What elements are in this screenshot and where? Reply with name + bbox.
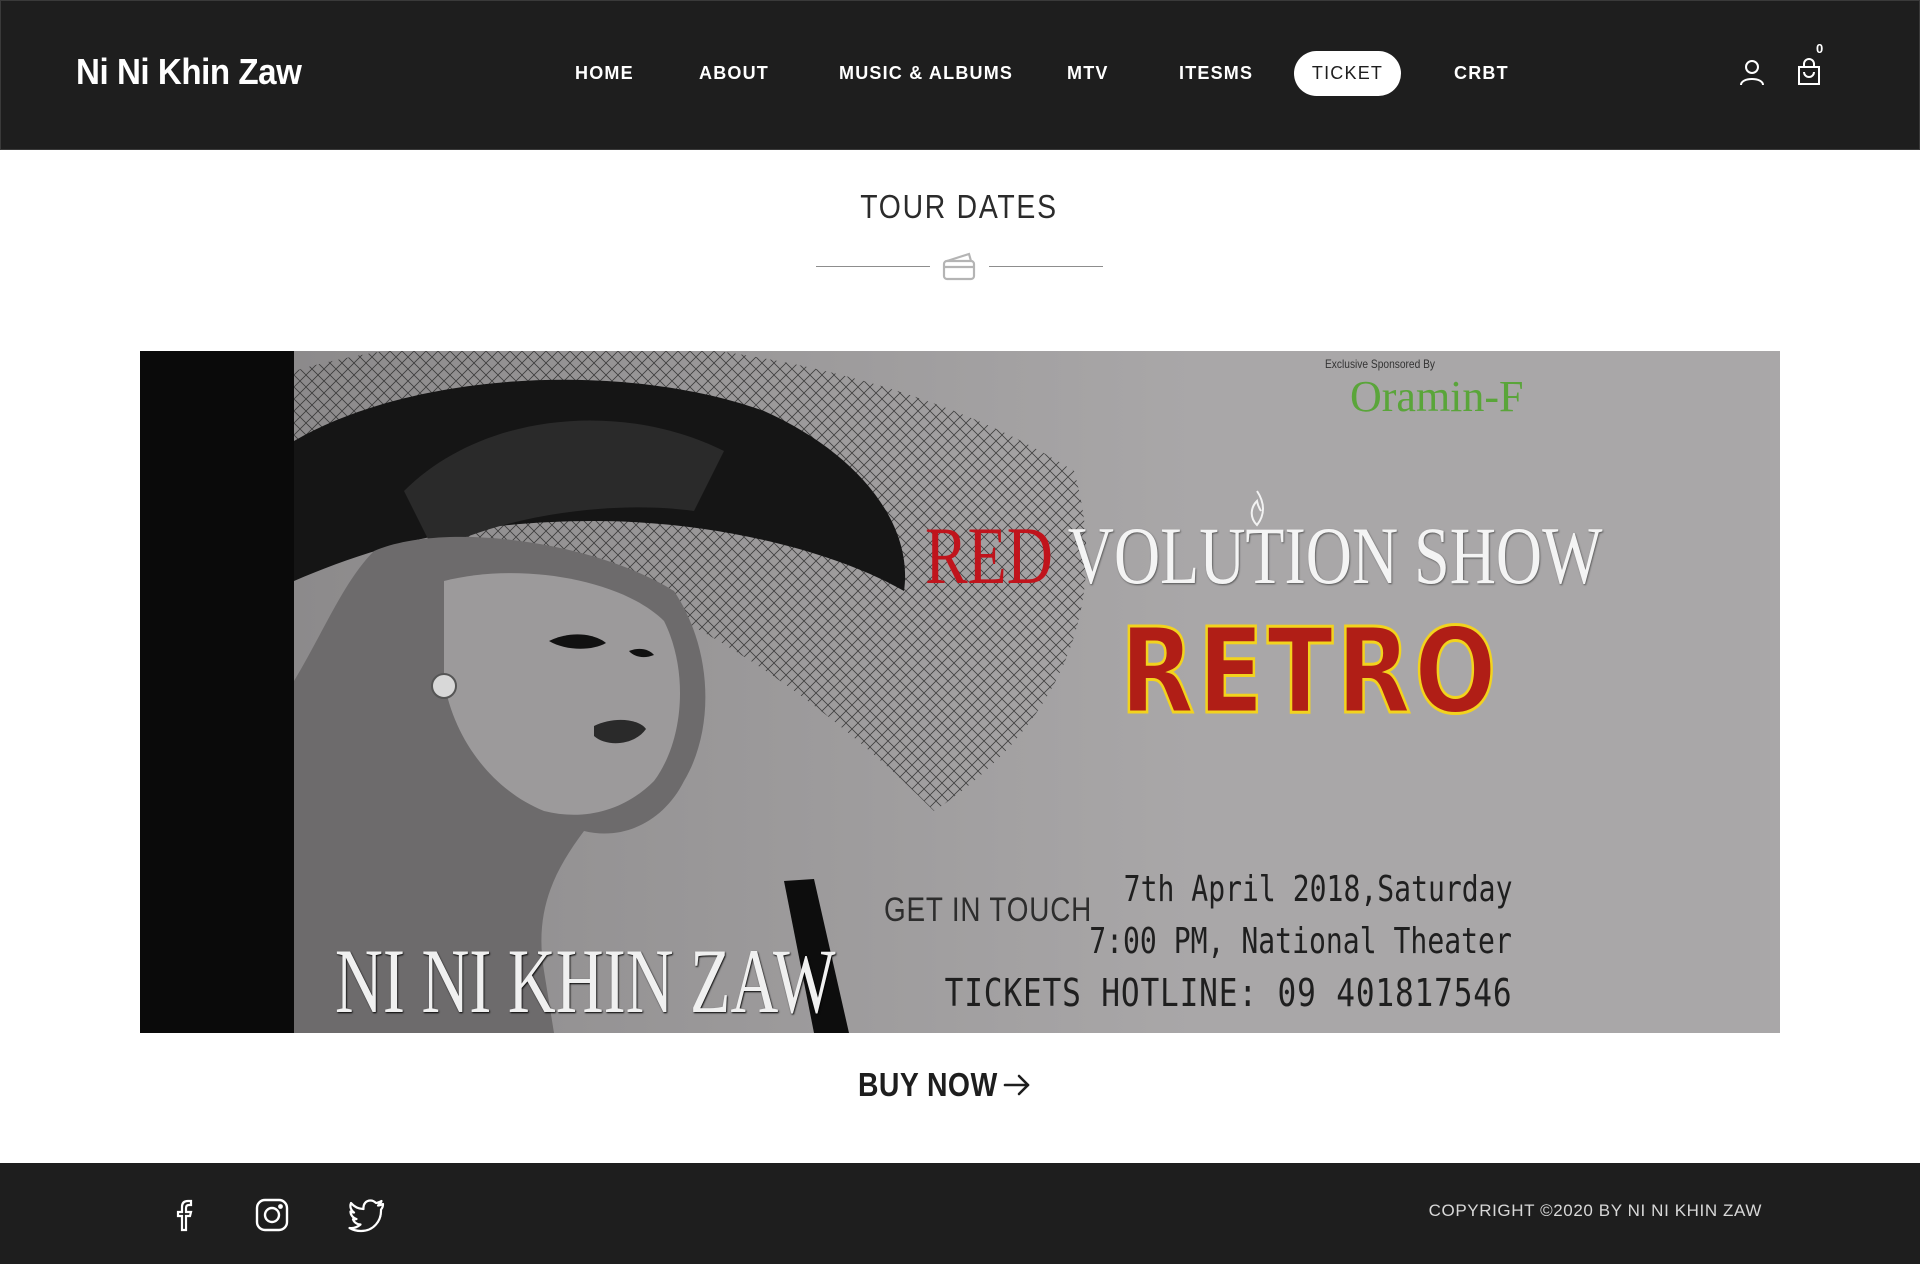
cart-count-badge: 0: [1816, 41, 1824, 56]
nav-home[interactable]: HOME: [575, 51, 634, 96]
site-brand[interactable]: Ni Ni Khin Zaw: [76, 51, 302, 93]
nav-about[interactable]: ABOUT: [699, 51, 769, 96]
show-title: RED VOLUTION SHOW: [925, 511, 1602, 601]
buy-now-button[interactable]: BUY NOW: [858, 1060, 1030, 1110]
title-divider-right: [989, 266, 1103, 267]
show-subtitle: RETRO: [1119, 602, 1500, 740]
show-title-rest: VOLUTION SHOW: [1067, 510, 1603, 601]
event-date: 7th April 2018,Saturday: [1123, 869, 1512, 910]
sponsor-label: Exclusive Sponsored By: [1325, 357, 1435, 371]
get-in-touch-text: GET IN TOUCH: [884, 891, 1093, 929]
event-time-venue: 7:00 PM, National Theater: [1089, 921, 1512, 962]
show-title-red: RED: [925, 510, 1053, 601]
nav-music-albums[interactable]: MUSIC & ALBUMS: [839, 51, 1013, 96]
site-header: Ni Ni Khin Zaw HOME ABOUT MUSIC & ALBUMS…: [0, 0, 1920, 150]
copyright-text: COPYRIGHT ©2020 BY NI NI KHIN ZAW: [1428, 1201, 1762, 1220]
event-banner[interactable]: Exclusive Sponsored By Oramin-F RED VOLU…: [140, 351, 1780, 1033]
sponsor-name: Oramin-F: [1350, 372, 1524, 421]
facebook-icon[interactable]: [167, 1197, 203, 1233]
event-hotline: TICKETS HOTLINE: 09 401817546: [944, 971, 1512, 1015]
nav-mtv[interactable]: MTV: [1067, 51, 1109, 96]
page-title: TOUR DATES: [860, 188, 1058, 225]
site-footer: COPYRIGHT ©2020 BY NI NI KHIN ZAW: [0, 1163, 1920, 1264]
artist-name-overlay: NI NI KHIN ZAW: [335, 930, 836, 1032]
nav-crbt[interactable]: CRBT: [1454, 51, 1509, 96]
nav-itesms[interactable]: ITESMS: [1179, 51, 1253, 96]
buy-now-label: BUY NOW: [858, 1066, 998, 1103]
arrow-right-icon: [1002, 1070, 1032, 1100]
nav-ticket[interactable]: TICKET: [1294, 51, 1401, 96]
cart-icon[interactable]: [1794, 57, 1824, 87]
title-divider-left: [816, 266, 930, 267]
instagram-icon[interactable]: [254, 1197, 290, 1233]
twitter-icon[interactable]: [348, 1197, 385, 1233]
ticket-icon: [941, 252, 977, 282]
banner-black-strip: [140, 351, 294, 1033]
user-icon[interactable]: [1737, 57, 1767, 87]
